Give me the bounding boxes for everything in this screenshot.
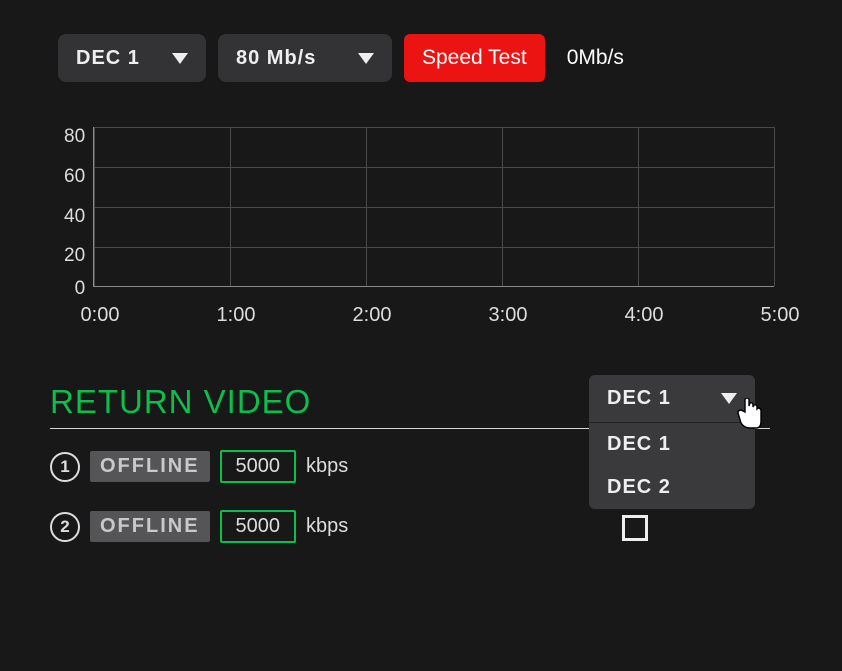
speed-test-button[interactable]: Speed Test bbox=[404, 34, 545, 82]
x-tick: 3:00 bbox=[478, 304, 538, 327]
decoder-dropdown[interactable]: DEC 1 bbox=[58, 34, 206, 82]
channel-number-badge: 1 bbox=[50, 452, 80, 482]
x-tick: 5:00 bbox=[750, 304, 810, 327]
x-tick: 0:00 bbox=[70, 304, 130, 327]
x-tick: 4:00 bbox=[614, 304, 674, 327]
channel-number-badge: 2 bbox=[50, 512, 80, 542]
x-tick: 2:00 bbox=[342, 304, 402, 327]
y-tick: 80 bbox=[64, 127, 85, 167]
return-decoder-dropdown[interactable]: DEC 1 DEC 1 DEC 2 bbox=[589, 375, 755, 509]
y-tick: 60 bbox=[64, 167, 85, 207]
return-video-row: 1 OFFLINE 5000 kbps bbox=[50, 450, 348, 483]
bitrate-unit: kbps bbox=[306, 455, 348, 478]
chevron-down-icon bbox=[721, 393, 737, 404]
chevron-down-icon bbox=[358, 53, 374, 64]
chevron-down-icon bbox=[172, 53, 188, 64]
bandwidth-dropdown[interactable]: 80 Mb/s bbox=[218, 34, 392, 82]
status-badge: OFFLINE bbox=[90, 451, 210, 482]
dropdown-option[interactable]: DEC 2 bbox=[589, 466, 755, 509]
checkbox[interactable] bbox=[622, 515, 648, 541]
status-badge: OFFLINE bbox=[90, 511, 210, 542]
x-tick: 1:00 bbox=[206, 304, 266, 327]
chart-y-axis: 80 60 40 20 0 bbox=[64, 127, 85, 292]
dropdown-selected-label: DEC 1 bbox=[607, 387, 671, 410]
bitrate-input[interactable]: 5000 bbox=[220, 510, 297, 543]
return-decoder-dropdown-head[interactable]: DEC 1 bbox=[589, 375, 755, 422]
section-title: RETURN VIDEO bbox=[50, 383, 311, 421]
chart-plot-area bbox=[93, 127, 774, 287]
speed-value: 0Mb/s bbox=[567, 46, 624, 70]
y-tick: 40 bbox=[64, 207, 85, 247]
decoder-dropdown-label: DEC 1 bbox=[76, 47, 140, 70]
bandwidth-dropdown-label: 80 Mb/s bbox=[236, 47, 316, 70]
bitrate-input[interactable]: 5000 bbox=[220, 450, 297, 483]
dropdown-option[interactable]: DEC 1 bbox=[589, 423, 755, 466]
speed-test-button-label: Speed Test bbox=[422, 46, 527, 70]
return-video-row: 2 OFFLINE 5000 kbps bbox=[50, 510, 348, 543]
bitrate-unit: kbps bbox=[306, 515, 348, 538]
y-tick: 0 bbox=[75, 286, 86, 292]
